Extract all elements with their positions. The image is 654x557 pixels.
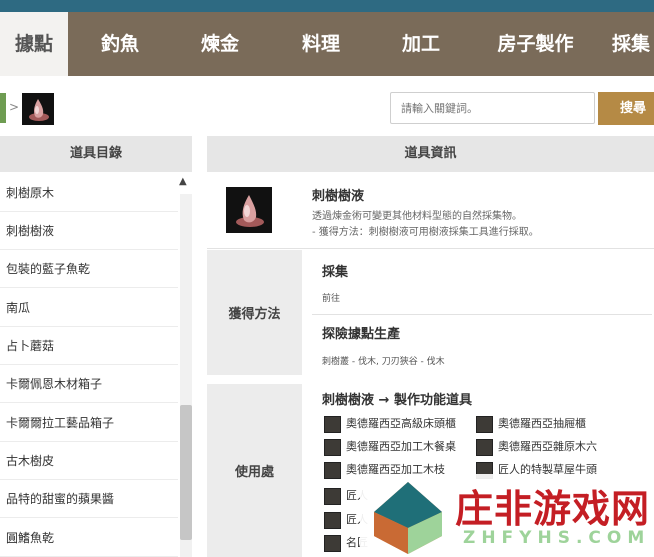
breadcrumb-sap-icon[interactable] — [22, 93, 54, 125]
furniture-icon — [324, 415, 341, 433]
gathering-section-text: 前往 — [322, 294, 341, 304]
tab-house-crafting[interactable]: 房子製作 — [483, 12, 588, 76]
tree-sap-icon — [226, 187, 272, 233]
node-production-section-title: 探險據點生產 — [322, 327, 401, 342]
list-item[interactable]: 圓鰭魚乾 — [0, 519, 178, 557]
search-button[interactable]: 搜尋 — [598, 92, 654, 125]
usage-label: 使用處 — [207, 384, 302, 557]
tab-cooking[interactable]: 料理 — [287, 12, 355, 76]
section-divider — [312, 314, 652, 315]
watermark-house-logo-icon — [374, 482, 442, 554]
item-obtain-method: - 獲得方法：刺樹樹液可用樹液採集工具進行採取。 — [312, 227, 539, 238]
product-item[interactable]: 奧德羅西亞加工木餐桌 — [324, 437, 474, 457]
item-list-header: 道具目錄 — [0, 136, 192, 172]
usage-recipe-title: 刺樹樹液 → 製作功能道具 — [322, 393, 472, 408]
product-item[interactable]: 奧德羅西亞高級床頭櫃 — [324, 414, 474, 434]
furniture-icon — [324, 487, 341, 505]
product-item[interactable]: 奧德羅西亞抽屜櫃 — [476, 414, 652, 434]
list-item[interactable]: 品特的甜蜜的蘋果醬 — [0, 480, 178, 518]
item-list-scrollbar-thumb[interactable] — [180, 405, 192, 540]
list-item[interactable]: 卡爾爾拉工藝品箱子 — [0, 404, 178, 442]
furniture-icon — [324, 534, 341, 552]
breadcrumb-prev-item-icon[interactable] — [0, 93, 6, 123]
furniture-icon — [476, 438, 493, 456]
list-item[interactable]: 刺樹樹液 — [0, 212, 178, 250]
breadcrumb-separator: > — [9, 100, 20, 114]
list-item[interactable]: 占卜蘑菇 — [0, 327, 178, 365]
list-item[interactable]: 古木樹皮 — [0, 442, 178, 480]
furniture-icon — [324, 438, 341, 456]
item-name: 刺樹樹液 — [312, 189, 365, 204]
list-item[interactable]: 刺樹原木 — [0, 174, 178, 212]
tab-processing[interactable]: 加工 — [387, 12, 455, 76]
item-description: 透過煉金術可變更其他材料型態的自然採集物。 — [312, 211, 522, 222]
item-info-header: 道具資訊 — [207, 136, 654, 172]
top-strip — [0, 0, 654, 12]
obtain-method-label: 獲得方法 — [207, 250, 302, 375]
tab-gathering[interactable]: 採集 — [612, 12, 654, 76]
furniture-icon — [324, 511, 341, 529]
search-input[interactable] — [390, 92, 595, 124]
gathering-section-title: 採集 — [322, 265, 349, 280]
furniture-icon — [476, 415, 493, 433]
node-production-section-text: 刺樹叢 - 伐木, 刀刃狹谷 - 伐木 — [322, 357, 445, 367]
product-item[interactable]: 奧德羅西亞雜原木六 — [476, 437, 652, 457]
item-list: 刺樹原木 刺樹樹液 包裝的藍子魚乾 南瓜 占卜蘑菇 卡爾佩恩木材箱子 卡爾爾拉工… — [0, 174, 192, 557]
scroll-up-icon[interactable]: ▲ — [179, 176, 187, 187]
watermark-subtext: ZHFYHS.COM — [463, 528, 651, 548]
watermark-text: 庄非游戏网 — [455, 487, 651, 531]
tab-alchemy[interactable]: 煉金 — [186, 12, 254, 76]
furniture-icon — [324, 461, 341, 479]
main-nav: 據點 釣魚 煉金 料理 加工 房子製作 採集 — [0, 12, 654, 76]
list-item[interactable]: 南瓜 — [0, 289, 178, 327]
tab-base[interactable]: 據點 — [0, 12, 68, 76]
list-item[interactable]: 卡爾佩恩木材箱子 — [0, 365, 178, 403]
list-item[interactable]: 包裝的藍子魚乾 — [0, 250, 178, 288]
tab-fishing[interactable]: 釣魚 — [86, 12, 154, 76]
